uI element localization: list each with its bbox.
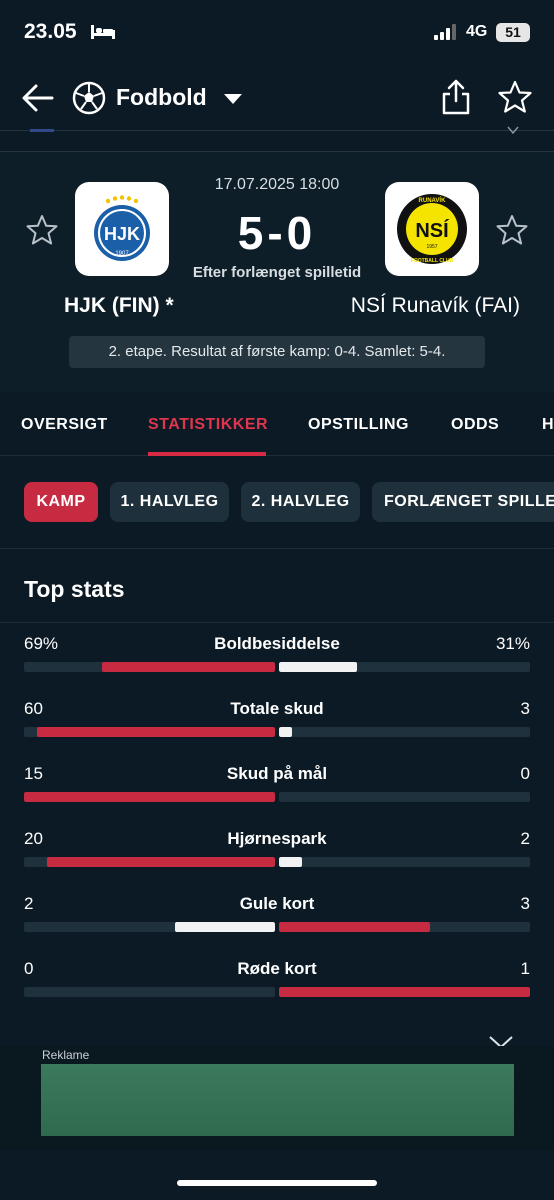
stat-away-value: 2 — [520, 829, 530, 848]
battery-indicator: 51 — [496, 23, 530, 42]
stat-home-bar — [24, 857, 275, 867]
stat-away-bar-fill — [279, 662, 357, 672]
stat-away-value: 3 — [520, 894, 530, 913]
stat-home-bar-fill — [37, 727, 275, 737]
stat-label: Skud på mål — [226, 764, 328, 783]
stat-label: Totale skud — [230, 699, 324, 718]
section-title: Top stats — [24, 576, 125, 602]
stat-away-bar — [279, 922, 530, 932]
ad-image[interactable] — [41, 1064, 514, 1136]
period-chip-first-half[interactable]: 1. HALVLEG — [110, 482, 229, 522]
stat-away-bar — [279, 792, 530, 802]
stat-away-bar-fill — [279, 987, 530, 997]
away-logo-text: NSÍ — [415, 219, 449, 242]
home-indicator[interactable] — [177, 1180, 377, 1186]
stat-home-bar-fill — [102, 662, 275, 672]
stat-row: 0 Røde kort 1 — [0, 959, 554, 1023]
stat-away-bar — [279, 987, 530, 997]
stat-away-bar-fill — [279, 857, 302, 867]
stat-home-bar-fill — [47, 857, 275, 867]
divider — [0, 622, 554, 623]
tab-oversigt[interactable]: OVERSIGT — [21, 416, 108, 434]
aggregate-info: 2. etape. Resultat af første kamp: 0-4. … — [69, 336, 485, 368]
back-arrow-icon[interactable] — [20, 80, 56, 116]
away-logo-top: RUNAVÍK — [419, 196, 447, 204]
away-logo-year: 1957 — [426, 244, 437, 250]
ad-label: Reklame — [42, 1048, 90, 1062]
nsi-crest-icon: NSÍ RUNAVÍK FOOTBALL CLUB 1957 — [397, 194, 467, 264]
stat-away-value: 3 — [520, 699, 530, 718]
status-time: 23.05 — [24, 20, 77, 43]
favorite-star-icon[interactable] — [498, 80, 532, 114]
bed-icon — [91, 25, 115, 39]
tab-more[interactable]: H — [542, 416, 554, 434]
stat-home-bar — [24, 987, 275, 997]
sport-selector-label[interactable]: Fodbold — [116, 84, 207, 111]
stat-label: Hjørnespark — [227, 829, 327, 848]
divider — [0, 548, 554, 549]
share-icon[interactable] — [440, 78, 472, 116]
stat-home-bar — [24, 727, 275, 737]
stat-row: 69% Boldbesiddelse 31% — [0, 634, 554, 698]
stat-row: 2 Gule kort 3 — [0, 894, 554, 958]
status-bar: 23.05 4G 51 — [0, 0, 554, 66]
home-team-name[interactable]: HJK (FIN) * — [64, 294, 174, 318]
nav-bar: Fodbold — [0, 66, 554, 132]
tab-statistikker[interactable]: STATISTIKKER — [148, 416, 268, 434]
period-chip-extra-time[interactable]: FORLÆNGET SPILLET — [372, 482, 554, 522]
stat-home-bar — [24, 662, 275, 672]
stat-label: Gule kort — [239, 894, 315, 913]
caret-down-icon[interactable] — [222, 93, 244, 105]
away-favorite-star-icon[interactable] — [496, 214, 528, 246]
match-header: HJK 1907 17.07.2025 18:00 5-0 Efter forl… — [0, 152, 554, 392]
stat-row: 20 Hjørnespark 2 — [0, 829, 554, 893]
period-chip-kamp[interactable]: KAMP — [24, 482, 98, 522]
stat-away-value: 1 — [520, 959, 530, 978]
collapsed-strip-accent — [30, 129, 54, 132]
football-icon — [72, 81, 106, 115]
stat-away-bar-fill — [279, 727, 292, 737]
chevron-up-icon[interactable] — [506, 125, 520, 135]
stat-home-bar-fill — [175, 922, 275, 932]
away-logo-bottom: FOOTBALL CLUB — [411, 258, 454, 264]
away-team-name[interactable]: NSÍ Runavík (FAI) — [351, 294, 520, 318]
ad-banner: Reklame — [0, 1046, 554, 1150]
signal-icon — [434, 24, 456, 40]
stat-home-bar — [24, 922, 275, 932]
stat-row: 15 Skud på mål 0 — [0, 764, 554, 828]
stat-home-bar — [24, 792, 275, 802]
period-chip-second-half[interactable]: 2. HALVLEG — [241, 482, 360, 522]
stat-away-bar-fill — [279, 922, 430, 932]
network-type: 4G — [466, 23, 488, 40]
tab-odds[interactable]: ODDS — [451, 416, 499, 434]
stat-row: 60 Totale skud 3 — [0, 699, 554, 763]
stat-away-bar — [279, 727, 530, 737]
collapsed-header-strip — [0, 126, 554, 152]
stat-away-value: 0 — [520, 764, 530, 783]
away-team-logo: NSÍ RUNAVÍK FOOTBALL CLUB 1957 — [385, 182, 479, 276]
stat-away-bar — [279, 662, 530, 672]
stat-home-bar-fill — [24, 792, 275, 802]
stat-away-bar — [279, 857, 530, 867]
stat-away-value: 31% — [495, 634, 530, 653]
match-tabs: OVERSIGT STATISTIKKER OPSTILLING ODDS H — [0, 392, 554, 456]
stat-label: Røde kort — [237, 959, 317, 978]
active-tab-indicator — [148, 452, 266, 456]
stat-label: Boldbesiddelse — [214, 634, 340, 653]
tab-opstilling[interactable]: OPSTILLING — [308, 416, 409, 434]
